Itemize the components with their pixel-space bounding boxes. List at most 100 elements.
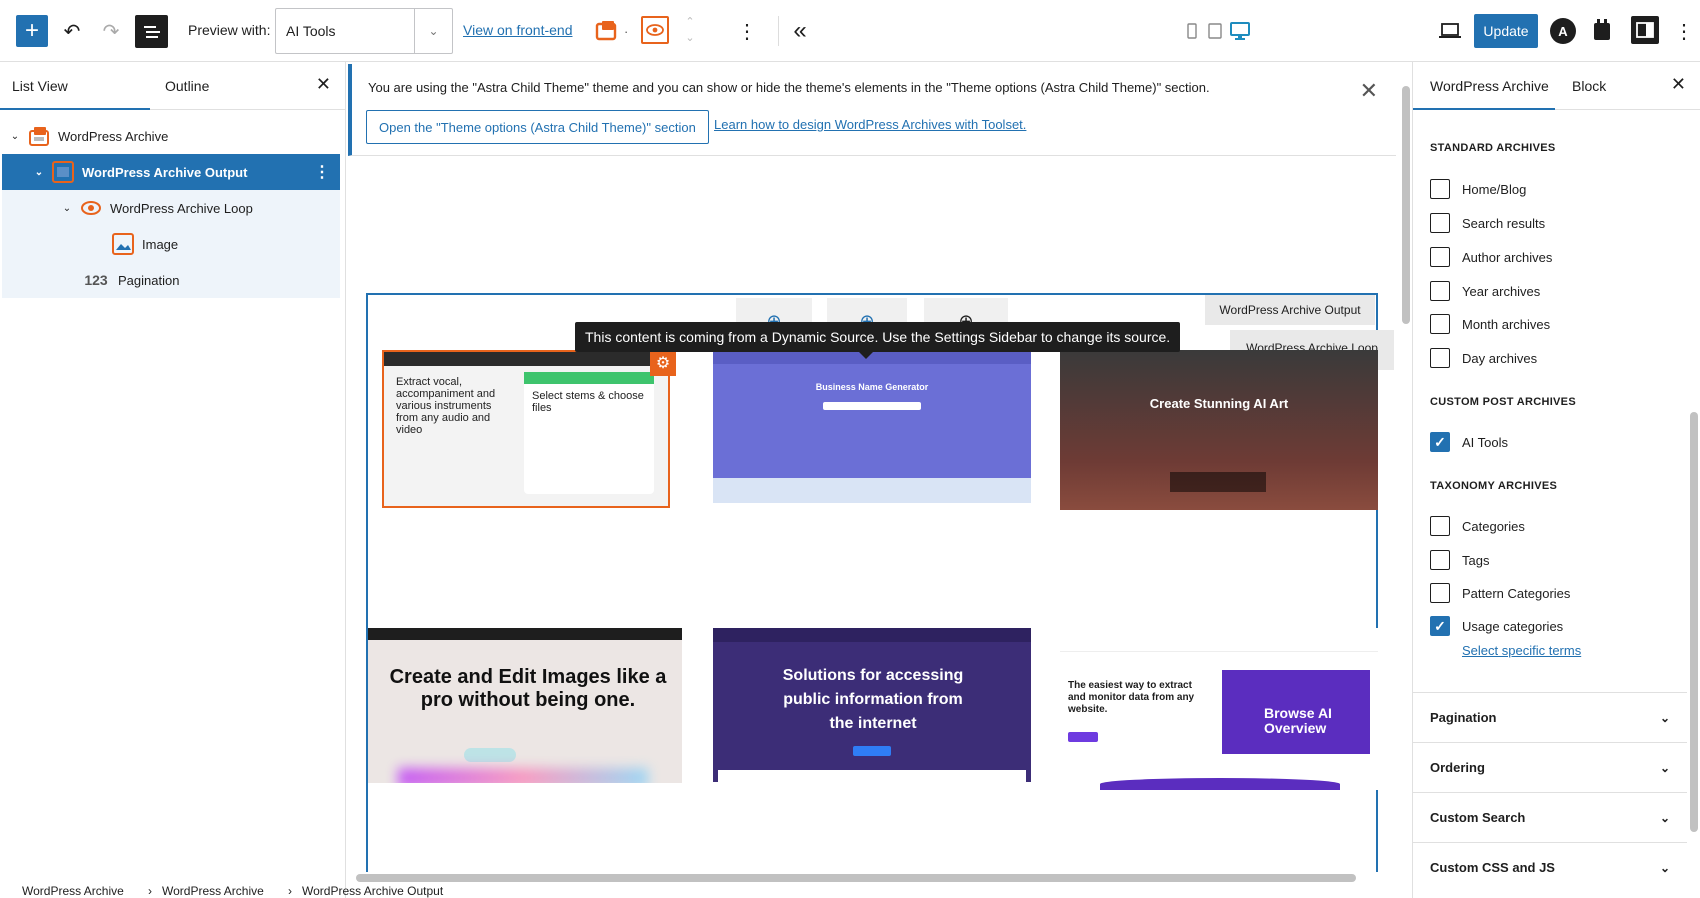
tab-wordpress-archive[interactable]: WordPress Archive bbox=[1413, 62, 1555, 110]
preview-select[interactable]: AI Tools ⌄ bbox=[275, 8, 453, 54]
chevron-down-icon: ⌄ bbox=[1659, 860, 1670, 875]
list-icon bbox=[143, 25, 160, 38]
tree-item-label: Pagination bbox=[118, 272, 180, 288]
thumbnail-4[interactable]: Create and Edit Images like a pro withou… bbox=[368, 628, 682, 783]
learn-more-link[interactable]: Learn how to design WordPress Archives w… bbox=[714, 117, 1026, 132]
tree-item-wordpress-archive[interactable]: ⌄ WordPress Archive bbox=[2, 118, 340, 154]
tab-outline[interactable]: Outline bbox=[165, 62, 209, 110]
tree-item-pagination[interactable]: 123 Pagination bbox=[2, 262, 340, 298]
accordion-custom-css-js[interactable]: Custom CSS and JS ⌄ bbox=[1413, 842, 1687, 892]
close-sidebar-button[interactable]: ✕ bbox=[1671, 74, 1686, 95]
checkbox-tags[interactable]: Tags bbox=[1430, 550, 1489, 570]
editor-canvas: You are using the "Astra Child Theme" th… bbox=[346, 62, 1400, 872]
accordion-custom-search[interactable]: Custom Search ⌄ bbox=[1413, 792, 1687, 842]
tab-block[interactable]: Block bbox=[1572, 62, 1606, 110]
checkbox[interactable] bbox=[1430, 583, 1450, 603]
image-icon bbox=[112, 233, 134, 255]
settings-sidebar-button[interactable] bbox=[1631, 16, 1659, 44]
toolbar-divider bbox=[778, 16, 779, 46]
checkbox-usage-categories[interactable]: ✓ Usage categories bbox=[1430, 616, 1563, 636]
checkbox-pattern-categories[interactable]: Pattern Categories bbox=[1430, 583, 1570, 603]
close-panel-button[interactable]: ✕ bbox=[316, 74, 331, 95]
tab-list-view[interactable]: List View bbox=[0, 62, 150, 110]
sidebar-scrollbar[interactable] bbox=[1690, 412, 1698, 832]
desktop-preview-button[interactable] bbox=[1229, 21, 1251, 41]
checkbox[interactable]: ✓ bbox=[1430, 616, 1450, 636]
checkbox-label: Month archives bbox=[1462, 316, 1551, 332]
checkbox-ai-tools[interactable]: ✓ AI Tools bbox=[1430, 432, 1508, 452]
move-up-button[interactable]: ⌃ bbox=[682, 14, 698, 28]
checkbox[interactable] bbox=[1430, 179, 1450, 199]
redo-button[interactable]: ↷ bbox=[95, 15, 127, 47]
thumb-heading: Create Stunning AI Art bbox=[1149, 396, 1289, 411]
tablet-preview-button[interactable] bbox=[1207, 22, 1223, 40]
collapse-toolbar-button[interactable]: « bbox=[784, 15, 816, 47]
plus-icon: + bbox=[24, 17, 39, 44]
tree-item-archive-loop[interactable]: ⌄ WordPress Archive Loop bbox=[2, 190, 340, 226]
tree-item-label: WordPress Archive Output bbox=[82, 164, 248, 180]
checkbox-day-archives[interactable]: Day archives bbox=[1430, 348, 1537, 368]
thumbnail-2[interactable]: Business Name Generator bbox=[713, 350, 1031, 503]
accordion-pagination[interactable]: Pagination ⌄ bbox=[1413, 692, 1687, 742]
move-down-button[interactable]: ⌄ bbox=[682, 30, 698, 44]
checkbox[interactable] bbox=[1430, 281, 1450, 301]
chevron-down-icon: ⌄ bbox=[10, 130, 20, 142]
desktop-icon bbox=[1230, 22, 1250, 40]
thumb-heading: Extract vocal, accompaniment and various… bbox=[396, 376, 496, 436]
undo-button[interactable]: ↶ bbox=[56, 15, 88, 47]
checkbox[interactable] bbox=[1430, 550, 1450, 570]
update-button[interactable]: Update bbox=[1474, 14, 1538, 48]
thumbnail-1[interactable]: Extract vocal, accompaniment and various… bbox=[382, 350, 670, 508]
checkbox[interactable] bbox=[1430, 314, 1450, 334]
thumb-card-text: Select stems & choose files bbox=[532, 390, 644, 414]
plugin-icon bbox=[1594, 19, 1610, 40]
thumbnail-5[interactable]: Solutions for accessing public informati… bbox=[713, 628, 1031, 782]
toolset-archive-icon[interactable] bbox=[594, 16, 620, 44]
settings-gear-button[interactable]: ⚙ bbox=[650, 350, 676, 376]
toolset-plugin-button[interactable] bbox=[1590, 17, 1614, 43]
theme-options-button[interactable]: Open the "Theme options (Astra Child The… bbox=[366, 110, 709, 144]
preview-select-value: AI Tools bbox=[286, 23, 336, 39]
checkbox[interactable]: ✓ bbox=[1430, 432, 1450, 452]
select-specific-terms-link[interactable]: Select specific terms bbox=[1462, 643, 1581, 658]
theme-notice: You are using the "Astra Child Theme" th… bbox=[348, 64, 1396, 156]
tree-item-archive-output[interactable]: ⌄ WordPress Archive Output ⋮ bbox=[2, 154, 340, 190]
thumbnail-3[interactable]: Create Stunning AI Art bbox=[1060, 350, 1378, 510]
dismiss-notice-button[interactable]: ✕ bbox=[1360, 78, 1378, 104]
kebab-icon[interactable]: ⋮ bbox=[314, 162, 330, 182]
options-menu-button[interactable]: ⋮ bbox=[1668, 15, 1700, 47]
view-button[interactable] bbox=[1437, 20, 1463, 42]
checkbox-search-results[interactable]: Search results bbox=[1430, 213, 1545, 233]
astra-icon[interactable]: A bbox=[1550, 18, 1576, 44]
top-toolbar: + ↶ ↷ Preview with: AI Tools ⌄ View on f… bbox=[0, 0, 1700, 62]
breadcrumb-item[interactable]: WordPress Archive bbox=[162, 886, 264, 898]
canvas-horizontal-scrollbar[interactable] bbox=[356, 874, 1356, 882]
loop-block-button[interactable] bbox=[641, 16, 669, 44]
breadcrumb-item[interactable]: WordPress Archive Output bbox=[302, 886, 443, 898]
checkbox-year-archives[interactable]: Year archives bbox=[1430, 281, 1540, 301]
accordion-ordering[interactable]: Ordering ⌄ bbox=[1413, 742, 1687, 792]
checkbox-author-archives[interactable]: Author archives bbox=[1430, 247, 1552, 267]
checkbox-categories[interactable]: Categories bbox=[1430, 516, 1525, 536]
checkbox-month-archives[interactable]: Month archives bbox=[1430, 314, 1550, 334]
block-options-button[interactable]: ⋮ bbox=[731, 15, 763, 47]
checkbox-label: Day archives bbox=[1462, 350, 1538, 366]
settings-sidebar: WordPress Archive Block ✕ STANDARD ARCHI… bbox=[1412, 62, 1700, 898]
thumb-card: Browse AI Overview bbox=[1222, 670, 1370, 754]
thumb-footer bbox=[1100, 778, 1340, 790]
tree-item-image[interactable]: Image bbox=[2, 226, 340, 262]
thumbnail-6[interactable]: The easiest way to extract and monitor d… bbox=[1060, 628, 1378, 790]
thumb-heading: Create and Edit Images like a pro withou… bbox=[389, 666, 667, 711]
document-overview-button[interactable] bbox=[135, 15, 168, 48]
checkbox-home-blog[interactable]: Home/Blog bbox=[1430, 179, 1526, 199]
canvas-vertical-scrollbar[interactable] bbox=[1402, 86, 1410, 324]
checkbox[interactable] bbox=[1430, 247, 1450, 267]
archive-icon bbox=[28, 125, 50, 147]
checkbox[interactable] bbox=[1430, 516, 1450, 536]
mobile-preview-button[interactable] bbox=[1186, 22, 1198, 40]
checkbox[interactable] bbox=[1430, 213, 1450, 233]
add-block-button[interactable]: + bbox=[16, 15, 48, 47]
view-on-frontend-link[interactable]: View on front-end bbox=[463, 22, 572, 38]
checkbox[interactable] bbox=[1430, 348, 1450, 368]
breadcrumb-item[interactable]: WordPress Archive bbox=[22, 886, 124, 898]
